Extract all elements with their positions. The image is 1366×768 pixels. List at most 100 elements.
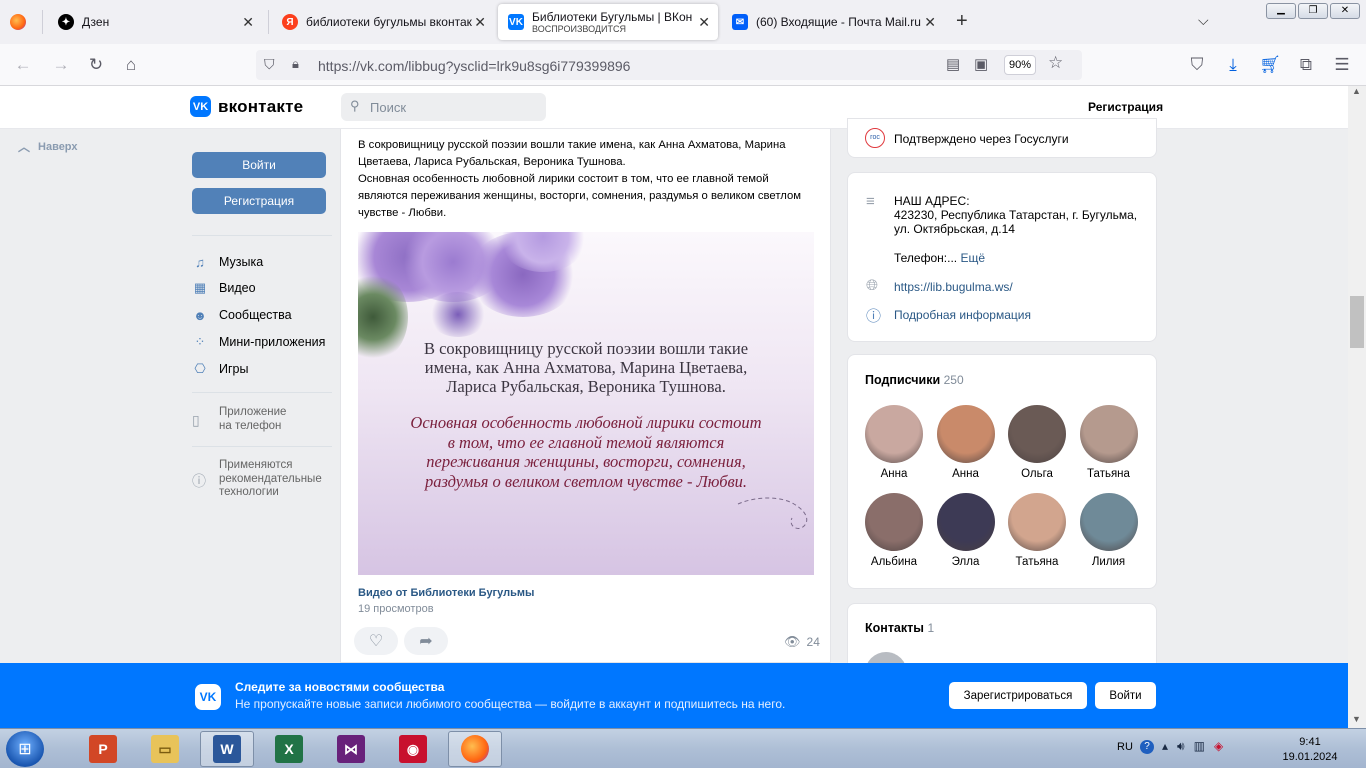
page-scrollbar[interactable]: ▲ ▼: [1348, 86, 1366, 728]
taskbar-firefox[interactable]: [448, 731, 502, 767]
scroll-up-arrow-icon[interactable]: ▲: [1352, 86, 1361, 96]
back-to-top[interactable]: ︿ Наверх: [18, 138, 78, 155]
subscribers-header[interactable]: Подписчики 250: [865, 373, 964, 387]
taskbar-powerpoint[interactable]: P: [76, 731, 130, 767]
website-link[interactable]: https://lib.bugulma.ws/: [894, 280, 1013, 294]
video-title-link[interactable]: Видео от Библиотеки Бугульмы: [358, 587, 534, 599]
register-button[interactable]: Регистрация: [192, 188, 326, 214]
subscriber-avatar[interactable]: [1079, 405, 1138, 463]
subscriber-avatar[interactable]: [936, 493, 995, 551]
back-arrow-icon[interactable]: ←: [10, 52, 36, 78]
network-icon[interactable]: ▥: [1194, 739, 1205, 754]
subscriber-name[interactable]: Альбина: [859, 556, 929, 568]
subscriber-avatar[interactable]: [936, 405, 995, 463]
menu-item-games[interactable]: ⎔ Игры: [192, 359, 248, 379]
post-video-thumbnail[interactable]: В сокровищницу русской поэзии вошли таки…: [358, 232, 814, 575]
home-icon[interactable]: ⌂: [118, 52, 144, 78]
subscriber-name[interactable]: Анна: [931, 468, 1001, 480]
login-button[interactable]: Войти: [192, 152, 326, 178]
menu-item-video[interactable]: ▦ Видео: [192, 278, 256, 298]
subscriber-avatar[interactable]: [1008, 405, 1066, 463]
search-icon: ⚲: [350, 98, 360, 113]
subscriber-name[interactable]: Ольга: [1002, 468, 1072, 480]
taskbar-excel[interactable]: X: [262, 731, 316, 767]
menu-item-music[interactable]: ♫ Музыка: [192, 252, 263, 272]
close-window-button[interactable]: ✕: [1330, 3, 1360, 19]
details-link[interactable]: Подробная информация: [894, 308, 1031, 322]
subscriber-name[interactable]: Анна: [859, 468, 929, 480]
subscriber-avatar[interactable]: [865, 405, 923, 463]
bookmark-star-icon[interactable]: ☆: [1048, 53, 1063, 73]
pocket-icon[interactable]: ⛉: [1184, 52, 1210, 78]
rec-line1: Применяются: [219, 459, 293, 471]
reader-view-icon[interactable]: ▤: [946, 55, 960, 73]
recommendation-tech-link[interactable]: ⓘ Применяются рекомендательные технологи…: [192, 459, 322, 500]
start-button[interactable]: ⊞: [6, 731, 44, 767]
tab-mail[interactable]: ✉ (60) Входящие - Почта Mail.ru ✕: [722, 4, 944, 40]
tab-yandex-search[interactable]: Я библиотеки бугульмы вконтак ✕: [272, 4, 494, 40]
post-text: В сокровищницу русской поэзии вошли таки…: [358, 137, 818, 222]
close-icon[interactable]: ✕: [474, 14, 486, 31]
antivirus-icon[interactable]: ◈: [1214, 739, 1223, 754]
contacts-header[interactable]: Контакты 1: [865, 621, 934, 635]
subscriber-avatar[interactable]: [865, 493, 923, 551]
tab-title: Библиотеки Бугульмы | ВКонт: [532, 10, 692, 24]
wall-post: В сокровищницу русской поэзии вошли таки…: [340, 129, 831, 663]
tray-expand-icon[interactable]: ▴: [1162, 739, 1168, 754]
forward-arrow-icon[interactable]: →: [48, 52, 74, 78]
cart-icon[interactable]: 🛒︎: [1257, 52, 1283, 78]
phone-app-link[interactable]: ▯ Приложение на телефон: [192, 406, 286, 433]
url-text[interactable]: https://vk.com/libbug?ysclid=lrk9u8sg6i7…: [318, 58, 630, 74]
reload-icon[interactable]: ↻: [83, 52, 109, 78]
url-bar[interactable]: ⛉ 🔒︎ https://vk.com/libbug?ysclid=lrk9u8…: [256, 50, 1082, 80]
subscriber-name[interactable]: Лилия: [1074, 556, 1144, 568]
volume-icon[interactable]: 🔊︎: [1177, 739, 1185, 754]
download-icon[interactable]: ⤓: [1220, 52, 1246, 78]
subscriber-name[interactable]: Татьяна: [1002, 556, 1072, 568]
subscriber-name[interactable]: Татьяна: [1074, 468, 1144, 480]
help-icon[interactable]: ?: [1140, 740, 1154, 754]
taskbar-word[interactable]: W: [200, 731, 254, 767]
extensions-icon[interactable]: ⧉: [1293, 52, 1319, 78]
register-link[interactable]: Регистрация: [1088, 100, 1163, 114]
tab-list-chevron-icon[interactable]: ⌵: [1198, 12, 1209, 29]
tab-dzen[interactable]: ✦ Дзен ✕: [48, 4, 262, 40]
subscriber-avatar[interactable]: [1079, 493, 1138, 551]
scrollbar-thumb[interactable]: [1350, 296, 1364, 348]
lock-icon[interactable]: 🔒︎: [292, 56, 299, 72]
phone-label: Телефон:...: [894, 251, 958, 265]
firefox-menu-icon[interactable]: [10, 14, 26, 30]
language-indicator[interactable]: RU: [1117, 741, 1133, 753]
search-input[interactable]: ⚲ Поиск: [341, 93, 546, 121]
subscribers-count: 250: [943, 373, 964, 387]
minimize-button[interactable]: ▁: [1266, 3, 1296, 19]
taskbar-explorer[interactable]: ▭: [138, 731, 192, 767]
taskbar-visual-studio[interactable]: ⋈: [324, 731, 378, 767]
new-tab-button[interactable]: +: [956, 10, 968, 33]
banner-register-button[interactable]: Зарегистрироваться: [949, 682, 1087, 709]
close-icon[interactable]: ✕: [924, 14, 936, 31]
subscriber-avatar[interactable]: [1008, 493, 1066, 551]
close-icon[interactable]: ✕: [698, 14, 710, 31]
restore-button[interactable]: ❐: [1298, 3, 1328, 19]
menu-item-mini-apps[interactable]: ⁘ Мини-приложения: [192, 332, 326, 352]
like-button[interactable]: ♡: [354, 627, 398, 655]
clock[interactable]: 9:41 19.01.2024: [1270, 735, 1350, 765]
hamburger-menu-icon[interactable]: ☰: [1329, 52, 1355, 78]
picture-icon[interactable]: ▣: [974, 55, 988, 73]
menu-item-communities[interactable]: ☻ Сообщества: [192, 305, 291, 325]
subscriber-name[interactable]: Элла: [931, 556, 1001, 568]
close-icon[interactable]: ✕: [242, 14, 254, 31]
more-link[interactable]: Ещё: [960, 251, 985, 265]
scroll-down-arrow-icon[interactable]: ▼: [1352, 714, 1361, 724]
image-caption-line: переживания женщины, восторги, сомнения,: [426, 452, 746, 471]
shield-icon[interactable]: ⛉: [264, 56, 275, 73]
vk-logo[interactable]: VK вконтакте: [190, 96, 303, 117]
zoom-level[interactable]: 90%: [1004, 55, 1036, 75]
taskbar-media-app[interactable]: ◉: [386, 731, 440, 767]
image-caption-line: Основная особенность любовной лирики сос…: [410, 413, 762, 432]
tab-vk-active[interactable]: VK Библиотеки Бугульмы | ВКонт ВОСПРОИЗВ…: [498, 4, 718, 40]
share-button[interactable]: ➦: [404, 627, 448, 655]
info-card: ≡ НАШ АДРЕС: 423230, Республика Татарста…: [847, 172, 1157, 342]
banner-login-button[interactable]: Войти: [1095, 682, 1156, 709]
